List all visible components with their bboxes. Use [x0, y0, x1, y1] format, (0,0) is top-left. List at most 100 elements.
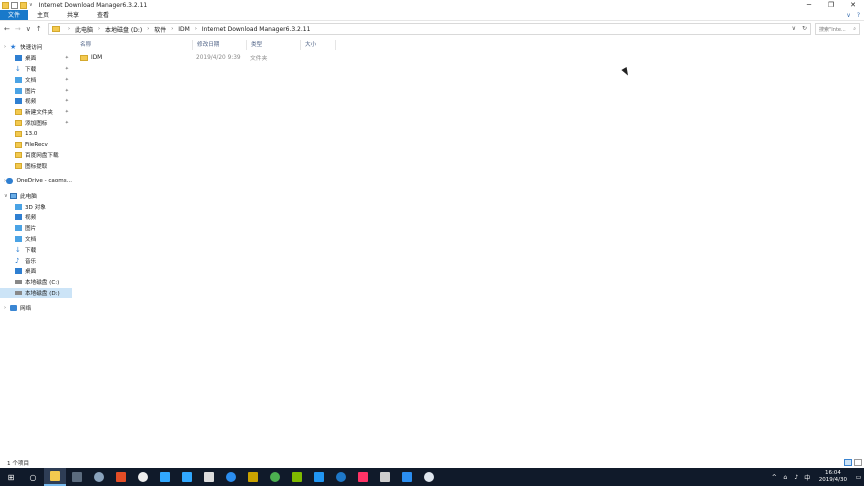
taskbar-app-9[interactable] [242, 468, 264, 486]
taskbar-file-explorer[interactable] [44, 468, 66, 486]
tab-share[interactable]: 共享 [58, 10, 88, 20]
sidebar-network[interactable]: › 网络 [0, 302, 72, 313]
app-icon [72, 472, 82, 482]
column-name[interactable]: 名称 [76, 40, 193, 50]
tab-home[interactable]: 主页 [28, 10, 58, 20]
breadcrumb-this-pc[interactable]: 此电脑 [75, 25, 93, 34]
sidebar-item-filerecv[interactable]: FileRecv [0, 139, 72, 150]
pin-icon: ✦ [64, 65, 69, 72]
large-icons-view-icon[interactable] [854, 459, 862, 466]
sidebar-item-pc-videos[interactable]: 视频 [0, 212, 72, 223]
pin-icon: ✦ [64, 87, 69, 94]
customize-toolbar-icon[interactable]: ∨ [29, 2, 33, 8]
sidebar-item-pc-downloads[interactable]: ↓ 下载 [0, 244, 72, 255]
sidebar-item-13[interactable]: 13.0 [0, 128, 72, 139]
taskbar-app-12[interactable] [308, 468, 330, 486]
3d-objects-icon [15, 203, 22, 210]
help-button[interactable]: ? [857, 10, 860, 21]
details-view-icon[interactable] [844, 459, 852, 466]
sidebar-item-add-icon[interactable]: 添加图标 ✦ [0, 118, 72, 129]
star-icon: ★ [10, 43, 17, 52]
expand-ribbon-button[interactable]: ∨ [846, 10, 850, 21]
input-method-icon[interactable]: 中 [802, 473, 813, 482]
maximize-button[interactable]: ❐ [820, 0, 842, 10]
address-bar[interactable]: › 此电脑 › 本地磁盘 (D:) › 软件 › IDM › Internet … [48, 23, 811, 35]
sidebar-item-baidu-downloads[interactable]: 百度网盘下载 [0, 150, 72, 161]
sidebar-item-icon-extract[interactable]: 图标提取 [0, 161, 72, 172]
sidebar-item-downloads[interactable]: ↓ 下载 ✦ [0, 64, 72, 75]
taskbar-app-15[interactable] [374, 468, 396, 486]
file-row[interactable]: IDM 2019/4/20 9:39 文件夹 [80, 52, 300, 63]
sidebar-quick-access[interactable]: › ★ 快速访问 [0, 42, 72, 53]
search-input[interactable]: 搜索"Inte... ⌕ [815, 23, 860, 35]
recent-locations-button[interactable]: ∨ [26, 25, 31, 33]
taskbar-app-13[interactable] [330, 468, 352, 486]
taskbar-app-16[interactable] [396, 468, 418, 486]
search-button[interactable]: ○ [22, 468, 44, 486]
clock[interactable]: 16:04 2019/4/30 [819, 470, 847, 484]
sidebar-item-pc-music[interactable]: ♪ 音乐 [0, 255, 72, 266]
taskbar-app-8[interactable] [220, 468, 242, 486]
breadcrumb-current[interactable]: Internet Download Manager6.3.2.11 [202, 26, 311, 33]
new-folder-icon[interactable] [20, 1, 27, 9]
taskbar-app-1[interactable] [66, 468, 88, 486]
file-modified: 2019/4/20 9:39 [196, 54, 241, 61]
sidebar-item-pictures[interactable]: 图片 ✦ [0, 85, 72, 96]
taskbar-app-10[interactable] [264, 468, 286, 486]
window-controls: ─ ❐ ✕ [798, 0, 864, 10]
tab-file[interactable]: 文件 [0, 10, 29, 20]
tray-overflow-icon[interactable]: ^ [769, 474, 780, 481]
sidebar-item-videos[interactable]: 视频 ✦ [0, 96, 72, 107]
download-icon: ↓ [15, 245, 21, 254]
breadcrumb: › 此电脑 › 本地磁盘 (D:) › 软件 › IDM › Internet … [68, 25, 311, 34]
taskbar-app-2[interactable] [88, 468, 110, 486]
videos-icon [15, 98, 22, 105]
minimize-button[interactable]: ─ [798, 0, 820, 10]
taskbar-app-7[interactable] [198, 468, 220, 486]
folder-icon [15, 109, 22, 116]
taskbar-app-6[interactable] [176, 468, 198, 486]
windows-icon: ⊞ [7, 472, 15, 482]
taskbar-app-14[interactable] [352, 468, 374, 486]
app-icon [160, 472, 170, 482]
sidebar-item-pc-pictures[interactable]: 图片 [0, 223, 72, 234]
refresh-button[interactable]: ↻ [802, 24, 807, 34]
sidebar-this-pc[interactable]: ∨ 此电脑 [0, 190, 72, 201]
close-button[interactable]: ✕ [842, 0, 864, 10]
sidebar-item-pc-desktop[interactable]: 桌面 [0, 266, 72, 277]
properties-icon[interactable] [11, 1, 18, 9]
folder-icon [15, 141, 22, 148]
sidebar-item-documents[interactable]: 文档 ✦ [0, 74, 72, 85]
breadcrumb-d-drive[interactable]: 本地磁盘 (D:) [105, 25, 142, 34]
status-bar: 1 个项目 [0, 458, 864, 468]
taskbar-app-5[interactable] [154, 468, 176, 486]
sidebar-item-c-drive[interactable]: 本地磁盘 (C:) [0, 277, 72, 288]
column-modified[interactable]: 修改日期 [193, 40, 247, 50]
notification-icon[interactable]: ▭ [853, 474, 864, 481]
start-button[interactable]: ⊞ [0, 468, 22, 486]
sidebar-item-desktop[interactable]: 桌面 ✦ [0, 53, 72, 64]
music-icon: ♪ [15, 256, 20, 265]
taskbar-app-17[interactable] [418, 468, 440, 486]
forward-button[interactable]: → [15, 25, 21, 33]
column-type[interactable]: 类型 [247, 40, 301, 50]
network-tray-icon[interactable]: ⌂ [780, 474, 791, 481]
app-icon [402, 472, 412, 482]
sidebar-item-d-drive[interactable]: 本地磁盘 (D:) [0, 287, 72, 299]
taskbar-app-3[interactable] [110, 468, 132, 486]
tab-view[interactable]: 查看 [88, 10, 118, 20]
sidebar-item-pc-documents[interactable]: 文档 [0, 234, 72, 245]
taskbar-app-4[interactable] [132, 468, 154, 486]
up-button[interactable]: ↑ [36, 25, 42, 33]
column-size[interactable]: 大小 [301, 40, 336, 50]
sidebar-onedrive[interactable]: › OneDrive - caoms... [0, 176, 72, 187]
breadcrumb-software[interactable]: 软件 [154, 25, 166, 34]
breadcrumb-idm[interactable]: IDM [178, 26, 190, 33]
back-button[interactable]: ← [4, 25, 10, 33]
address-dropdown-button[interactable]: ∨ [792, 24, 796, 34]
sidebar-item-3d-objects[interactable]: 3D 对象 [0, 201, 72, 212]
sidebar-item-new-folder[interactable]: 新建文件夹 ✦ [0, 107, 72, 118]
taskbar-app-11[interactable] [286, 468, 308, 486]
search-icon: ○ [29, 472, 37, 482]
volume-icon[interactable]: ♪ [791, 474, 802, 481]
